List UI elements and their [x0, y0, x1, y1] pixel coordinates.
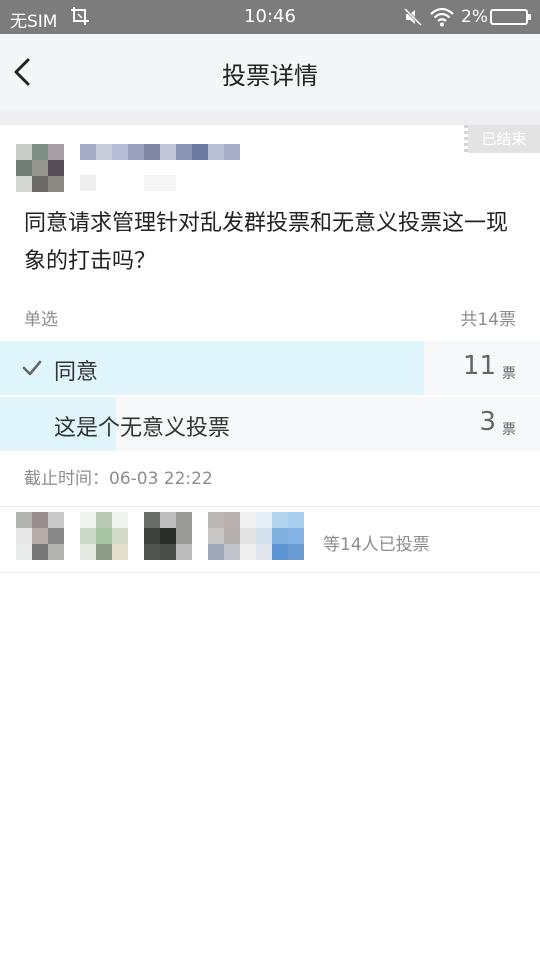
- option-vote-count: 11: [462, 351, 496, 381]
- author-meta-blurred: [80, 175, 176, 191]
- poll-meta: 单选 共14票: [0, 305, 540, 330]
- status-bar: 无SIM 10:46 2%: [0, 0, 540, 34]
- mute-icon: [404, 8, 422, 26]
- poll-question: 同意请求管理针对乱发群投票和无意义投票这一现象的打击吗？: [24, 211, 509, 274]
- voter-avatar: [16, 512, 64, 560]
- clock: 10:46: [244, 6, 296, 27]
- voter-avatar: [80, 512, 128, 560]
- option-vote-unit: 票: [502, 366, 516, 382]
- divider: [0, 572, 540, 573]
- poll-option-meaningless[interactable]: 这是个无意义投票 3 票: [0, 397, 540, 451]
- poll-card: 已结束 同意请求管理针对乱发群投票和无意义投票这一现象的打击吗？ 单选 共14票…: [0, 125, 540, 575]
- battery-percent: 2%: [461, 7, 488, 27]
- status-badge: 已结束: [464, 125, 540, 153]
- avatar[interactable]: [16, 144, 64, 192]
- author-name-blurred: [80, 144, 240, 160]
- voters-summary[interactable]: 等14人已投票: [323, 530, 430, 555]
- poll-deadline: 截止时间：06-03 22:22: [24, 469, 213, 489]
- option-label: 这是个无意义投票: [54, 416, 231, 441]
- section-gap: [0, 110, 540, 125]
- wifi-icon: [430, 7, 454, 27]
- voter-avatar: [208, 512, 256, 560]
- page-title: 投票详情: [222, 62, 318, 90]
- nav-bar: 投票详情: [0, 34, 540, 110]
- divider: [0, 506, 540, 507]
- option-vote-count: 3: [479, 407, 496, 437]
- total-votes: 共14票: [460, 310, 516, 330]
- battery-icon: [490, 9, 531, 25]
- option-label: 同意: [54, 360, 99, 385]
- checkmark-icon: [22, 360, 42, 376]
- voter-avatar: [256, 512, 304, 560]
- option-vote-unit: 票: [502, 422, 516, 438]
- poll-option-agree[interactable]: 同意 11 票: [0, 341, 540, 395]
- poll-type-label: 单选: [24, 310, 58, 330]
- voter-avatar: [144, 512, 192, 560]
